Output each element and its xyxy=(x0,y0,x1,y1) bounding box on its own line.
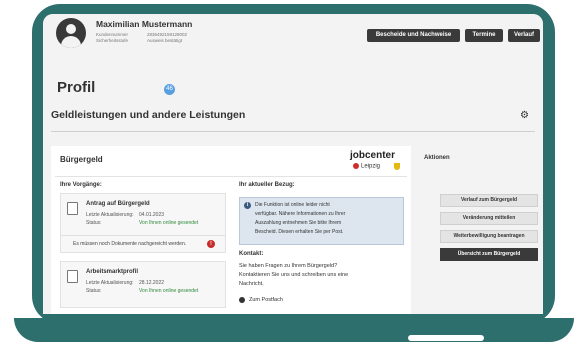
card-title: Bürgergeld xyxy=(60,155,103,164)
document-icon xyxy=(67,202,78,215)
updated-label: Letzte Aktualisierung: xyxy=(86,280,134,286)
document-icon xyxy=(67,270,78,283)
avatar-body-shape xyxy=(61,36,81,48)
report-change-button[interactable]: Veränderung mitteilen xyxy=(440,212,538,225)
renewal-application-button[interactable]: Weiterbewilligung beantragen xyxy=(440,230,538,243)
procedure-title[interactable]: Antrag auf Bürgergeld xyxy=(86,201,150,207)
updated-value: 28.12.2022 xyxy=(139,280,165,286)
updated-label: Letzte Aktualisierung: xyxy=(86,212,134,218)
info-icon: i xyxy=(244,202,251,209)
info-text-line: verfügbar. Nähere Informationen zu Ihrer xyxy=(255,211,346,217)
laptop-base xyxy=(14,318,574,342)
page-title: Profil xyxy=(57,79,96,96)
user-name: Maximilian Mustermann xyxy=(96,19,193,29)
jobcenter-logo: jobcenter xyxy=(350,150,396,161)
header-bar: Maximilian Mustermann Kundennummer 28364… xyxy=(43,14,543,70)
contact-text-line: Kontaktieren Sie uns und schreiben uns e… xyxy=(239,272,349,278)
warning-icon: ! xyxy=(207,240,215,248)
status-label: Status: xyxy=(86,288,102,294)
info-text-line: Die Funktion ist online leider nicht xyxy=(255,202,330,208)
customer-number-value: 2836492159128002 xyxy=(147,32,188,37)
status-label: Status: xyxy=(86,220,102,226)
security-level-value: Ausweis bestätigt xyxy=(147,38,183,43)
info-text-line: Auszahlung entnehmen Sie bitte Ihrem xyxy=(255,220,342,226)
benefit-card: Bürgergeld jobcenter Leipzig Ihre Vorgän… xyxy=(51,146,411,314)
current-benefit-heading: Ihr aktueller Bezug: xyxy=(239,182,295,188)
city-name: Leipzig xyxy=(361,163,381,170)
city-logo-mark-icon xyxy=(353,163,359,169)
status-value: Von Ihnen online gesendet xyxy=(139,288,199,294)
appointments-button[interactable]: Termine xyxy=(465,29,503,42)
procedure-title[interactable]: Arbeitsmarktprofil xyxy=(86,269,138,275)
security-level-label: Sicherheitsstufe xyxy=(96,38,129,43)
actions-panel: Aktionen Verlauf zum Bürgergeld Veränder… xyxy=(418,146,543,314)
history-benefit-button[interactable]: Verlauf zum Bürgergeld xyxy=(440,194,538,207)
documents-button[interactable]: Bescheide und Nachweise xyxy=(367,29,460,42)
shield-icon xyxy=(394,163,400,170)
info-box: i Die Funktion ist online leider nicht v… xyxy=(239,197,404,245)
section-divider xyxy=(51,131,535,132)
procedure-divider xyxy=(61,235,225,236)
contact-text-line: Nachricht. xyxy=(239,281,264,287)
notification-badge[interactable]: 46 xyxy=(164,84,175,95)
section-title: Geldleistungen und andere Leistungen xyxy=(51,109,246,121)
city-logo: Leipzig xyxy=(353,163,380,170)
missing-documents-note: Es müssen noch Dokumente nachgereicht we… xyxy=(73,241,187,247)
procedure-item[interactable]: Antrag auf Bürgergeld Letzte Aktualisier… xyxy=(60,193,226,253)
app-screen: Maximilian Mustermann Kundennummer 28364… xyxy=(43,14,543,314)
procedures-heading: Ihre Vorgänge: xyxy=(60,182,102,188)
customer-number-label: Kundennummer xyxy=(96,32,129,37)
updated-value: 04.01.2023 xyxy=(139,212,165,218)
card-divider xyxy=(55,176,407,177)
mailbox-link[interactable]: Zum Postfach xyxy=(249,297,283,303)
actions-title: Aktionen xyxy=(424,155,450,161)
history-button[interactable]: Verlauf xyxy=(508,29,540,42)
avatar-head-shape xyxy=(66,24,76,34)
contact-text-line: Sie haben Fragen zu Ihrem Bürgergeld? xyxy=(239,263,338,269)
avatar[interactable] xyxy=(56,18,86,48)
benefit-overview-button[interactable]: Übersicht zum Bürgergeld xyxy=(440,248,538,261)
status-value: Von Ihnen online gesendet xyxy=(139,220,199,226)
info-text-line: Bescheid. Diesen erhalten Sie per Post. xyxy=(255,229,344,235)
contact-heading: Kontakt: xyxy=(239,251,264,257)
procedure-item[interactable]: Arbeitsmarktprofil Letzte Aktualisierung… xyxy=(60,261,226,308)
mailbox-icon xyxy=(239,297,245,303)
laptop-base-slot xyxy=(408,335,484,341)
gear-icon[interactable]: ⚙ xyxy=(520,110,529,121)
